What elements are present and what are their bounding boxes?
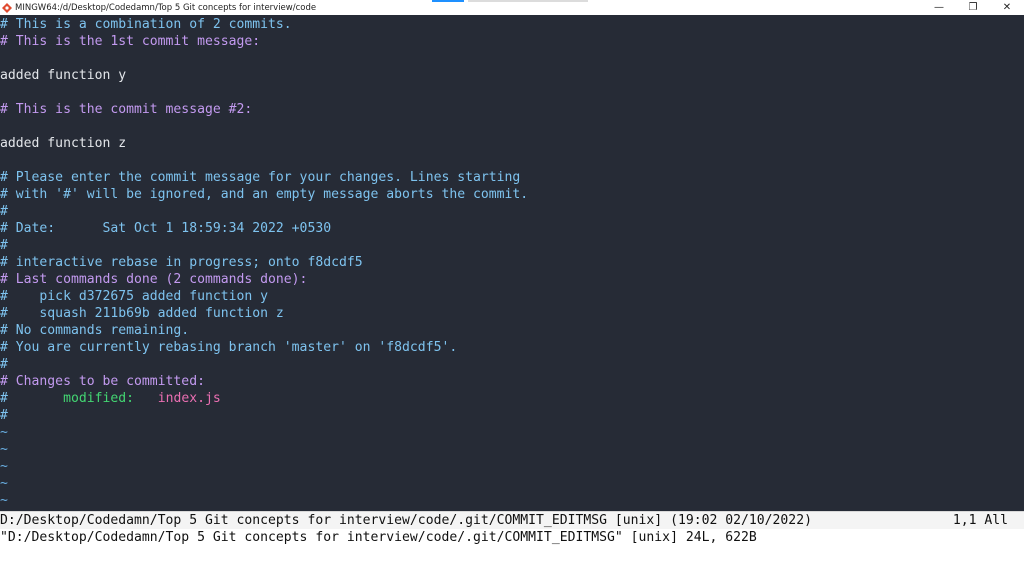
empty-line-tilde: ~ bbox=[0, 493, 8, 508]
editor-line: # bbox=[0, 408, 8, 423]
empty-line-tilde: ~ bbox=[0, 425, 8, 440]
editor-line: # This is the commit message #2: bbox=[0, 102, 253, 117]
vim-editor[interactable]: # This is a combination of 2 commits. # T… bbox=[0, 15, 1024, 511]
modified-keyword: modified: bbox=[63, 391, 135, 406]
editor-line: # You are currently rebasing branch 'mas… bbox=[0, 340, 458, 355]
close-button[interactable]: ✕ bbox=[990, 0, 1024, 15]
editor-line: # pick d372675 added function y bbox=[0, 289, 269, 304]
editor-line: # Date: Sat Oct 1 18:59:34 2022 +0530 bbox=[0, 221, 332, 236]
editor-line: # squash 211b69b added function z bbox=[0, 306, 284, 321]
editor-line: # modified: index.js bbox=[0, 390, 221, 407]
editor-line: # bbox=[0, 238, 8, 253]
modified-prefix: # bbox=[0, 391, 64, 406]
editor-line: added function y bbox=[0, 68, 127, 83]
editor-line: # This is the 1st commit message: bbox=[0, 34, 261, 49]
editor-line: # Changes to be committed: bbox=[0, 374, 205, 389]
editor-line: # bbox=[0, 204, 8, 219]
vim-message-line: "D:/Desktop/Codedamn/Top 5 Git concepts … bbox=[0, 529, 1024, 547]
maximize-button[interactable]: ❐ bbox=[956, 0, 990, 15]
empty-line-tilde: ~ bbox=[0, 442, 8, 457]
status-cursor-position: 1,1 All bbox=[952, 513, 1008, 528]
editor-line: added function z bbox=[0, 136, 127, 151]
title-accent-secondary bbox=[468, 0, 588, 2]
modified-gap bbox=[134, 391, 158, 406]
editor-line: # Last commands done (2 commands done): bbox=[0, 272, 308, 287]
window-controls: — ❐ ✕ bbox=[922, 0, 1024, 15]
git-bash-icon bbox=[2, 2, 12, 13]
minimize-button[interactable]: — bbox=[922, 0, 956, 15]
title-accent bbox=[432, 0, 464, 2]
window-title: MINGW64:/d/Desktop/Codedamn/Top 5 Git co… bbox=[15, 2, 317, 13]
empty-line-tilde: ~ bbox=[0, 476, 8, 491]
status-file-path: D:/Desktop/Codedamn/Top 5 Git concepts f… bbox=[0, 513, 812, 528]
window-title-bar: MINGW64:/d/Desktop/Codedamn/Top 5 Git co… bbox=[0, 0, 1024, 15]
vim-status-bar: D:/Desktop/Codedamn/Top 5 Git concepts f… bbox=[0, 511, 1024, 529]
empty-line-tilde: ~ bbox=[0, 459, 8, 474]
editor-line: # with '#' will be ignored, and an empty… bbox=[0, 187, 529, 202]
editor-line: # Please enter the commit message for yo… bbox=[0, 170, 521, 185]
editor-line: # bbox=[0, 357, 8, 372]
editor-line: # This is a combination of 2 commits. bbox=[0, 17, 292, 32]
modified-file: index.js bbox=[157, 391, 221, 406]
editor-line: # No commands remaining. bbox=[0, 323, 190, 338]
editor-line: # interactive rebase in progress; onto f… bbox=[0, 255, 363, 270]
